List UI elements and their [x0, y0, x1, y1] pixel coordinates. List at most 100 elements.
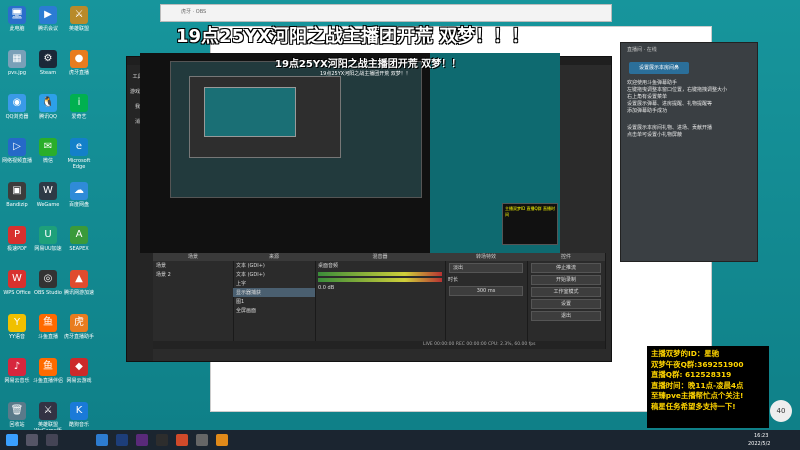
app-icon: ⚔ [70, 6, 88, 24]
desktop-icon-label: SEAPEX [69, 246, 89, 252]
desktop-icon-label: 爱奇艺 [71, 114, 87, 120]
desktop-icon-label: 腾讯会议 [37, 26, 58, 32]
photoshop-taskbar-icon[interactable] [116, 434, 128, 446]
desktop-icon[interactable]: ✉ 微信 [33, 138, 63, 180]
premiere-taskbar-icon[interactable] [136, 434, 148, 446]
desktop-icon-label: 虎牙直播 [68, 70, 89, 76]
desktop-icon[interactable]: 鱼斗鱼直播伴侣 [33, 358, 63, 400]
desktop-icon[interactable]: Y YY语音 [2, 314, 32, 356]
desktop-icon-label: WPS Office [3, 290, 31, 296]
start-icon[interactable] [6, 434, 18, 446]
desktop-icon[interactable]: 虎虎牙直播助手 [64, 314, 94, 356]
app-icon: A [70, 226, 88, 244]
desktop-icon[interactable]: W WPS Office [2, 270, 32, 312]
obs-preview: 主播双梦ID 直播Q群 直播时间 [140, 53, 560, 253]
desktop-icon[interactable]: i 爱奇艺 [64, 94, 94, 136]
desktop-icon-label: OBS Studio [34, 290, 62, 296]
info-line: 直播时间：晚11点-凌晨4点 [651, 380, 744, 390]
chat-settings-button[interactable]: 设置展示本房间鼻 [629, 62, 689, 74]
app-icon: K [70, 402, 88, 420]
desktop-icon[interactable]: ♪ 网易云音乐 [2, 358, 32, 400]
source-item[interactable]: 全屏画面 [233, 306, 315, 315]
controls-dock: 控件 停止推流 开始录制 工作室模式 设置 退出 [527, 253, 606, 349]
chat-message: 添加弹幕助手成功 [627, 108, 668, 114]
taskbar-date[interactable]: 2022/5/2 [748, 441, 770, 447]
nested-preview-inner [189, 76, 341, 158]
desktop-icon[interactable]: ☁ 百度网盘 [64, 182, 94, 224]
desktop-icon[interactable]: W WeGame [33, 182, 63, 224]
control-button[interactable]: 设置 [531, 299, 601, 309]
desktop-icon-label: 百度网盘 [68, 202, 89, 208]
info-line: 主播双梦的ID：星驰 [651, 349, 720, 358]
search-icon[interactable] [26, 434, 38, 446]
transition-select[interactable]: 淡出 [449, 263, 523, 273]
desktop-icon[interactable]: ▲ 腾讯网游加速 [64, 270, 94, 312]
obs-taskbar-icon[interactable] [156, 434, 168, 446]
app-taskbar-icon[interactable] [196, 434, 208, 446]
danmaku-chat-panel[interactable]: 直播间 · 在线 设置展示本房间鼻 欢迎使用斗鱼弹幕助手 左键拖曳调整本窗口位置，… [620, 42, 758, 262]
transitions-header: 转场特效 [445, 253, 527, 261]
background-window[interactable]: 虎牙 · OBS [160, 4, 612, 22]
desktop-icon[interactable]: ⚔ 英雄联盟 [64, 6, 94, 48]
app-icon: 鱼 [39, 358, 57, 376]
source-item[interactable]: 显示器捕获 [233, 288, 315, 297]
chat-message: 点击单可设置小礼物屏蔽 [627, 132, 683, 138]
desktop: 🖥 此电脑 ▦ pvs.jpg ◉ QQ浏览器 ▷ 网络视频直播 ▣ Bandizip P 极速PDF… [0, 0, 800, 434]
desktop-icon[interactable]: ◎ OBS Studio [33, 270, 63, 312]
scene-item[interactable]: 场景 2 [153, 270, 233, 279]
desktop-icon[interactable]: 🖥 此电脑 [2, 6, 32, 48]
chrome-taskbar-icon[interactable] [176, 434, 188, 446]
desktop-icon-label: 网络视频直播 [2, 158, 33, 164]
desktop-icon[interactable]: A SEAPEX [64, 226, 94, 268]
control-button[interactable]: 停止推流 [531, 263, 601, 273]
scenes-header: 场景 [153, 253, 233, 261]
obs-docks: 场景 场景 场景 2 来源 文本 (GDI+) 文本 (GDI+) 上字 显示器捕获 图1… [153, 253, 606, 349]
desktop-icon[interactable]: 🐧 腾讯QQ [33, 94, 63, 136]
desktop-icon[interactable]: ◉ QQ浏览器 [2, 94, 32, 136]
mixer-track-label: 桌面音频 [318, 263, 339, 269]
desktop-icon-label: 网易云音乐 [4, 378, 30, 384]
desktop-icon-label: pvs.jpg [7, 70, 27, 76]
info-line: 双梦午夜Q群:369251900 [651, 359, 744, 369]
desktop-icon[interactable]: ▶ 腾讯会议 [33, 6, 63, 48]
preview-text-overlay: 主播双梦ID 直播Q群 直播时间 [502, 203, 558, 245]
desktop-icon[interactable]: 鱼斗鱼直播 [33, 314, 63, 356]
desktop-icon[interactable]: ● 虎牙直播 [64, 50, 94, 92]
desktop-icon-label: 斗鱼直播伴侣 [33, 378, 64, 384]
control-button[interactable]: 工作室模式 [531, 287, 601, 297]
task-view-icon[interactable] [46, 434, 58, 446]
source-item[interactable]: 图1 [233, 297, 315, 306]
duration-input[interactable]: 300 ms [449, 286, 523, 296]
app-icon: 🖥 [8, 6, 26, 24]
app-icon: ● [70, 50, 88, 68]
source-item[interactable]: 文本 (GDI+) [233, 270, 315, 279]
chat-header: 直播间 · 在线 [627, 47, 657, 53]
desktop-icon[interactable]: U 网易UU加速 [33, 226, 63, 268]
source-item[interactable]: 文本 (GDI+) [233, 261, 315, 270]
desktop-icon-label: Steam [39, 70, 57, 76]
desktop-icon-label: 回收站 [9, 422, 25, 428]
source-item[interactable]: 上字 [233, 279, 315, 288]
desktop-icon[interactable]: P 极速PDF [2, 226, 32, 268]
douyu-taskbar-icon[interactable] [216, 434, 228, 446]
scene-item[interactable]: 场景 [153, 261, 233, 270]
viewer-badge[interactable]: 40 [770, 400, 792, 422]
desktop-icon[interactable]: ▷ 网络视频直播 [2, 138, 32, 180]
desktop-icon-label: Bandizip [6, 202, 28, 208]
desktop-icon[interactable]: ▣ Bandizip [2, 182, 32, 224]
app-icon: W [8, 270, 26, 288]
taskbar-time[interactable]: 16:23 [754, 433, 768, 439]
edge-taskbar-icon[interactable] [96, 434, 108, 446]
desktop-icon[interactable]: e Microsoft Edge [64, 138, 94, 180]
control-button[interactable]: 开始录制 [531, 275, 601, 285]
desktop-icon-label: Microsoft Edge [67, 158, 91, 170]
duration-label: 时长 [448, 277, 459, 283]
stream-small-title: 19点25YX河阳之战主播团开荒 双梦！！ [320, 71, 411, 77]
app-icon: Y [8, 314, 26, 332]
stream-big-title: 19点25YX河阳之战主播团开荒 双梦！！！ [176, 26, 530, 47]
control-button[interactable]: 退出 [531, 311, 601, 321]
desktop-icon[interactable]: ◆ 网易云游戏 [64, 358, 94, 400]
desktop-icon[interactable]: ▦ pvs.jpg [2, 50, 32, 92]
desktop-icon[interactable]: ⚙ Steam [33, 50, 63, 92]
desktop-icon-column: ⚔ 英雄联盟 ● 虎牙直播 i 爱奇艺 e Microsoft Edge ☁ 百度网盘 A SEAPE… [64, 4, 94, 444]
